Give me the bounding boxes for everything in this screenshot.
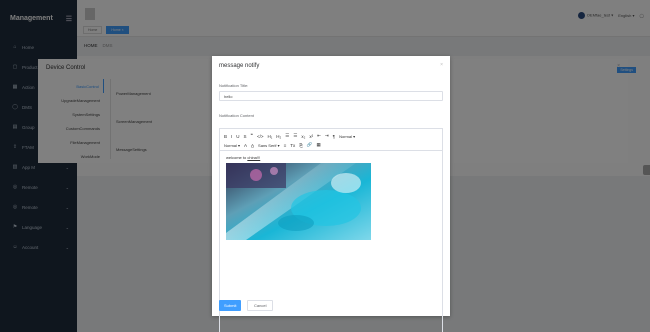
settings-button[interactable]: Settings [617, 67, 636, 73]
editor-text: welcome to china!!! [226, 155, 436, 160]
toolbar-button[interactable]: H₁ [267, 134, 272, 139]
toolbar-button[interactable]: A̲ [251, 143, 254, 148]
device-menu-item[interactable]: SystemSettings [46, 107, 104, 121]
title-label: Notification Title: [219, 83, 249, 88]
toolbar-button[interactable]: ⇤ [317, 133, 321, 139]
device-list-item[interactable]: MessageSettings [113, 135, 213, 163]
editor-body[interactable]: welcome to china!!! [220, 151, 442, 246]
toolbar-button[interactable]: ≡ [284, 143, 287, 148]
toolbar-button[interactable]: ☰ [293, 133, 297, 139]
toolbar-row-1: B I U S ❞ </> H₁ H₂ ☰ ☰ x₂ x² ⇤ ⇥ ¶ Normal ▾ [224, 132, 438, 140]
divider [110, 79, 111, 159]
toolbar-button[interactable]: ▦ [316, 142, 320, 148]
device-list-item[interactable]: ScreenManagement [113, 107, 213, 135]
toolbar-button[interactable]: Tx [290, 143, 295, 148]
toolbar-button[interactable]: </> [257, 134, 264, 139]
toolbar-button[interactable]: x² [309, 134, 313, 139]
device-menu-item[interactable]: UpgradeManagement [46, 93, 104, 107]
device-control-title: Device Control [46, 65, 86, 71]
device-menu-item[interactable]: CustomCommands [46, 121, 104, 135]
toolbar-button[interactable]: ☰ [285, 133, 289, 139]
content-label: Notification Content [219, 113, 254, 118]
device-list-item[interactable]: PowerManagement [113, 79, 213, 107]
inserted-image [226, 163, 371, 240]
device-menu-item[interactable]: BasicControl [46, 79, 104, 93]
device-menu-item[interactable]: FileManagement [46, 135, 104, 149]
device-control-menu: BasicControl UpgradeManagement SystemSetti… [46, 79, 104, 163]
toolbar-button[interactable]: H₂ [276, 134, 281, 139]
toolbar-button[interactable]: U [236, 134, 239, 139]
cancel-button[interactable]: Cancel [247, 300, 274, 311]
submit-button[interactable]: Submit [219, 300, 242, 311]
close-icon[interactable]: × [440, 62, 443, 68]
toolbar-button[interactable]: S [244, 134, 247, 139]
toolbar-button[interactable]: Sans Serif ▾ [258, 143, 280, 148]
toolbar-button[interactable]: x₂ [301, 134, 305, 139]
editor-text-link: china!!! [247, 155, 261, 160]
toolbar-button[interactable]: ⎘ [299, 143, 303, 148]
notification-title-input[interactable] [219, 91, 443, 101]
side-handle[interactable] [643, 165, 650, 175]
device-control-list: PowerManagement ScreenManagement MessageSe… [113, 79, 213, 163]
toolbar-button[interactable]: A [244, 143, 247, 148]
toolbar-button[interactable]: ❞ [251, 133, 253, 139]
toolbar-button[interactable]: ¶ [333, 134, 335, 139]
toolbar-button[interactable]: B [224, 134, 227, 139]
editor-toolbar: B I U S ❞ </> H₁ H₂ ☰ ☰ x₂ x² ⇤ ⇥ ¶ Normal ▾ Normal ▾ A A… [220, 129, 442, 151]
toolbar-button[interactable]: Normal ▾ [224, 143, 240, 148]
dialog-title: message notify [219, 63, 260, 69]
editor-text-plain: welcome to [226, 155, 248, 160]
device-menu-item[interactable]: WorkMode [46, 149, 104, 163]
toolbar-button[interactable]: ⇥ [325, 133, 329, 139]
toolbar-button[interactable]: Normal ▾ [339, 134, 355, 139]
toolbar-row-2: Normal ▾ A A̲ Sans Serif ▾ ≡ Tx ⎘ 🔗 ▦ [224, 141, 438, 149]
message-notify-dialog: message notify × Notification Title: Not… [212, 56, 450, 332]
toolbar-button[interactable]: 🔗 [307, 142, 313, 148]
toolbar-button[interactable]: I [231, 134, 232, 139]
